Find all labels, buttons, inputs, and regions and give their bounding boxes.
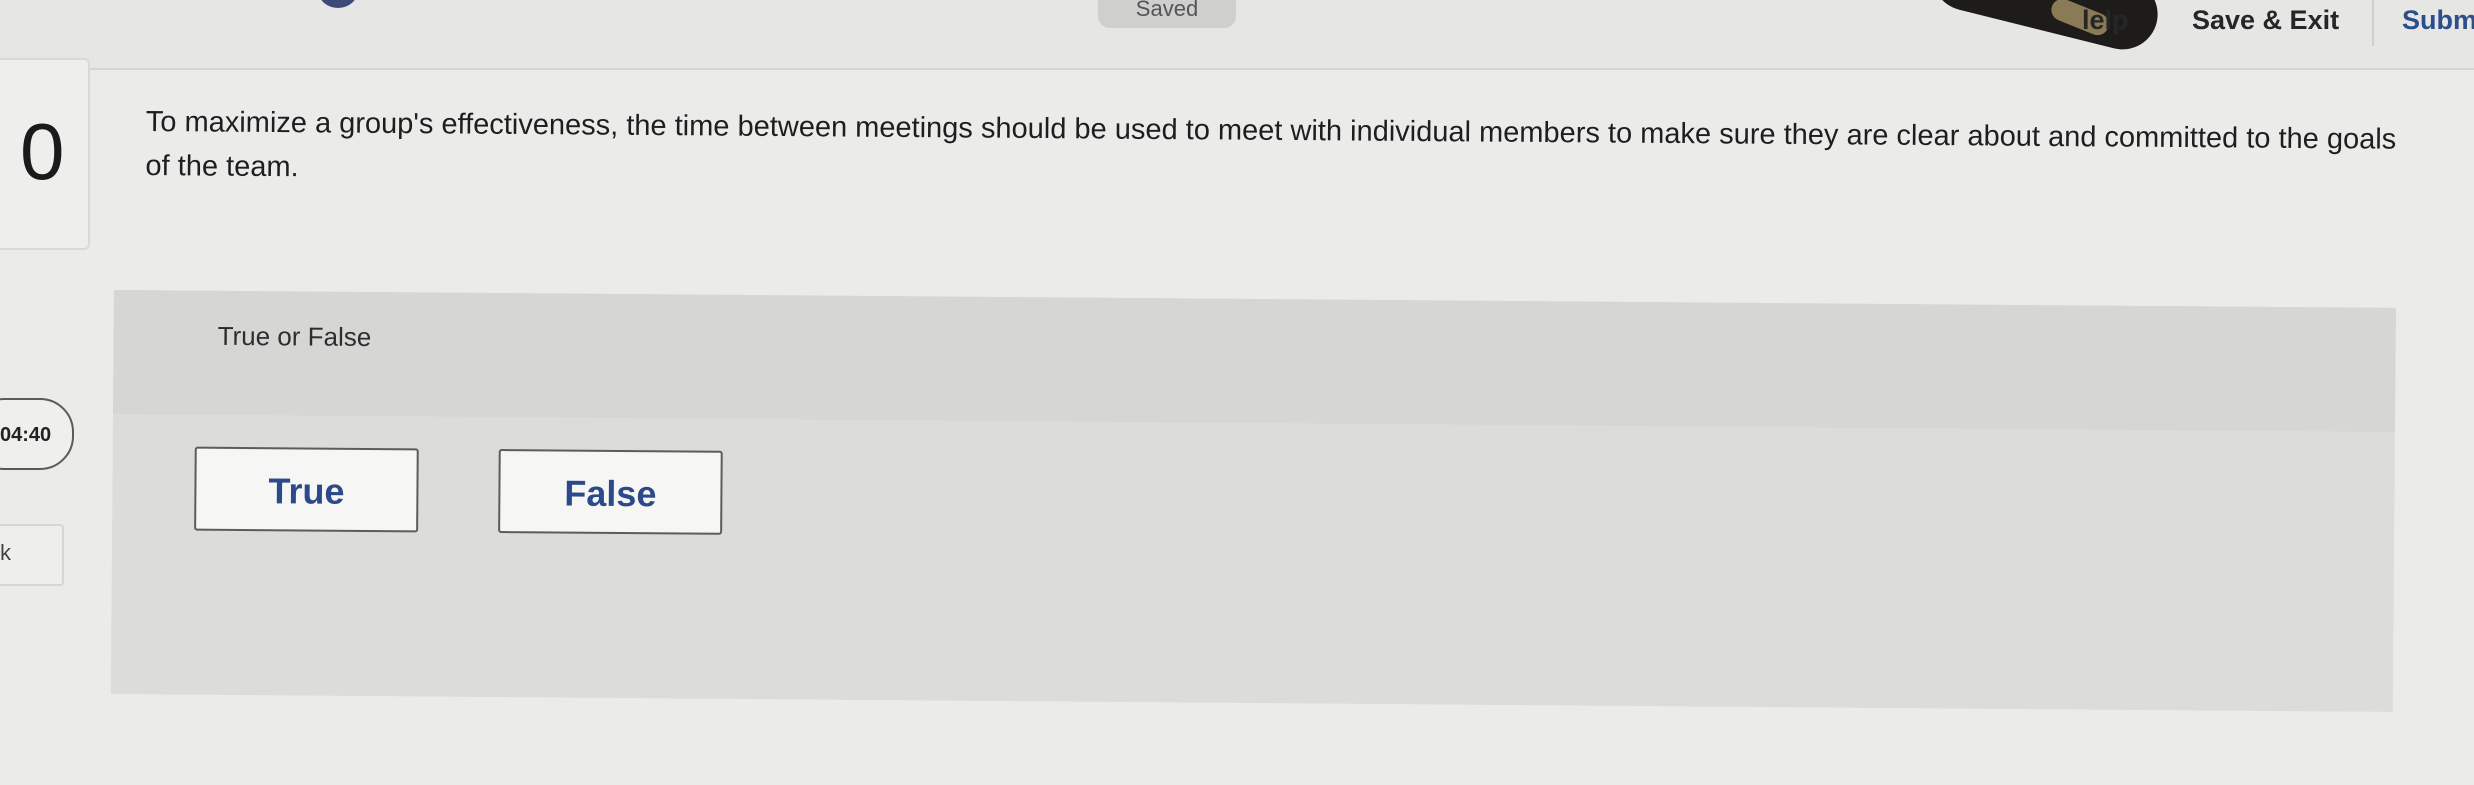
timer-text: 04:40 [0, 424, 52, 446]
help-link[interactable]: lelp [2082, 0, 2129, 42]
progress-number: 0 [20, 107, 65, 196]
answer-header: True or False [113, 290, 2396, 432]
submit-link[interactable]: Subm [2402, 0, 2474, 42]
header-divider [2372, 0, 2374, 46]
question-text: To maximize a group's effectiveness, the… [145, 105, 2397, 184]
answer-area: True or False True False [110, 290, 2396, 712]
true-button[interactable]: True [194, 446, 419, 533]
saved-status-badge: Saved [1098, 0, 1236, 28]
false-button[interactable]: False [498, 449, 723, 535]
user-avatar-icon[interactable] [318, 0, 358, 8]
save-exit-link[interactable]: Save & Exit [2192, 0, 2339, 42]
stylus-obstruction [1924, 0, 2166, 57]
question-type-label: True or False [217, 320, 372, 353]
side-panel-label: k [0, 540, 11, 565]
top-header: Saved lelp Save & Exit Subm [0, 0, 2474, 70]
